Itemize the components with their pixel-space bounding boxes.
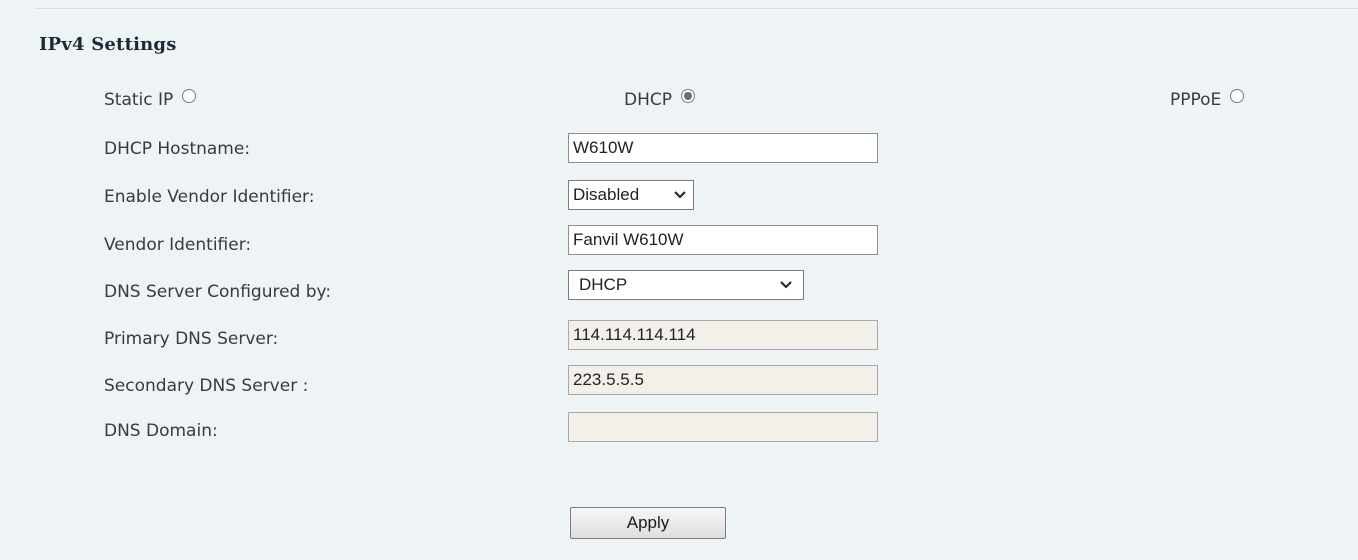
top-divider xyxy=(35,8,1358,9)
mode-static-ip[interactable]: Static IP xyxy=(104,89,197,110)
secondary-dns-label: Secondary DNS Server : xyxy=(104,376,309,396)
chevron-down-icon xyxy=(674,191,686,199)
secondary-dns-input[interactable] xyxy=(568,365,878,395)
dhcp-hostname-input[interactable] xyxy=(568,133,878,163)
dns-configured-by-value: DHCP xyxy=(579,275,628,294)
enable-vendor-identifier-value: Disabled xyxy=(573,185,640,204)
dns-domain-input[interactable] xyxy=(568,412,878,442)
mode-pppoe[interactable]: PPPoE xyxy=(1170,89,1245,110)
enable-vendor-identifier-select[interactable]: Disabled xyxy=(568,180,694,210)
enable-vendor-identifier-label: Enable Vendor Identifier: xyxy=(104,187,315,207)
primary-dns-label: Primary DNS Server: xyxy=(104,329,279,349)
primary-dns-input[interactable] xyxy=(568,320,878,350)
chevron-down-icon xyxy=(780,281,792,289)
pppoe-radio-icon[interactable] xyxy=(1230,89,1245,103)
static-ip-radio-icon[interactable] xyxy=(182,89,197,103)
section-title: IPv4 Settings xyxy=(39,34,177,55)
dhcp-radio-icon[interactable] xyxy=(681,89,695,103)
dhcp-hostname-label: DHCP Hostname: xyxy=(104,139,251,159)
dns-configured-by-label: DNS Server Configured by: xyxy=(104,282,332,302)
mode-static-ip-label: Static IP xyxy=(104,90,174,110)
apply-button[interactable]: Apply xyxy=(570,507,726,539)
mode-pppoe-label: PPPoE xyxy=(1170,90,1222,110)
vendor-identifier-label: Vendor Identifier: xyxy=(104,235,252,255)
dns-domain-label: DNS Domain: xyxy=(104,421,218,441)
mode-dhcp-label: DHCP xyxy=(624,90,672,110)
vendor-identifier-input[interactable] xyxy=(568,225,878,255)
dns-configured-by-select[interactable]: DHCP xyxy=(568,270,804,300)
mode-dhcp[interactable]: DHCP xyxy=(624,89,695,110)
